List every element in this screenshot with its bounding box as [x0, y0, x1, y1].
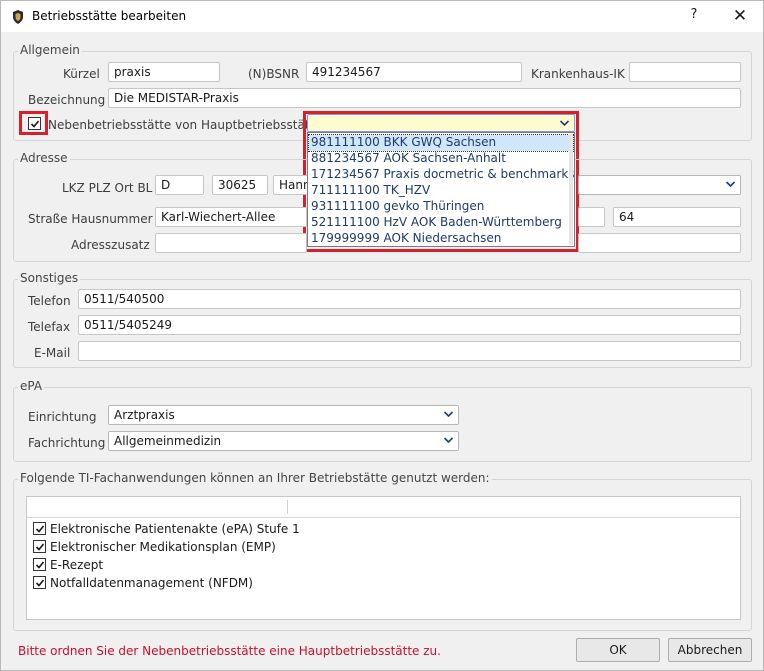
help-button[interactable]: ? — [679, 7, 709, 27]
ti-list-header — [27, 497, 740, 518]
chevron-down-icon — [559, 120, 570, 127]
email-input[interactable] — [78, 341, 741, 361]
ti-applications-list: Elektronische Patientenakte (ePA) Stufe … — [26, 496, 741, 620]
hauptbetrieb-dropdown-list: 981111100 BKK GWQ Sachsen 881234567 AOK … — [307, 132, 575, 247]
dialog-window: Betriebsstätte bearbeiten ? ✕ Allgemein … — [0, 0, 764, 671]
fachrichtung-label: Fachrichtung — [28, 436, 106, 450]
ti-item-label: Elektronischer Medikationsplan (EMP) — [50, 539, 276, 554]
window-title: Betriebsstätte bearbeiten — [32, 9, 187, 23]
bezeichnung-label: Bezeichnung — [28, 93, 106, 107]
ti-item-label: E-Rezept — [50, 557, 104, 572]
title-bar: Betriebsstätte bearbeiten ? ✕ — [1, 1, 763, 32]
fachrichtung-value: Allgemeinmedizin — [114, 434, 222, 448]
telefon-label: Telefon — [28, 294, 71, 308]
cancel-button[interactable]: Abbrechen — [668, 638, 752, 662]
bundesland-combo[interactable] — [578, 175, 741, 195]
bsnr-input[interactable]: 491234567 — [306, 62, 522, 82]
list-item[interactable]: Elektronischer Medikationsplan (EMP) — [33, 539, 276, 557]
kuerzel-label: Kürzel — [63, 67, 100, 81]
dropdown-option[interactable]: 711111100 TK_HZV — [309, 183, 573, 199]
checkmark-icon — [35, 561, 45, 569]
fachrichtung-select[interactable]: Allgemeinmedizin — [108, 431, 459, 451]
ok-button[interactable]: OK — [576, 638, 660, 662]
nebenbetrieb-checkbox[interactable] — [28, 117, 41, 130]
kuerzel-input[interactable]: praxis — [108, 62, 220, 82]
group-title-epa: ePA — [18, 379, 45, 393]
dropdown-option[interactable]: 981111100 BKK GWQ Sachsen — [308, 134, 574, 152]
list-item[interactable]: E-Rezept — [33, 557, 103, 575]
einrichtung-select[interactable]: Arztpraxis — [108, 405, 459, 425]
telefax-label: Telefax — [28, 320, 71, 334]
adresszusatz-input-left[interactable] — [155, 233, 307, 253]
column-separator[interactable] — [287, 500, 288, 514]
list-item[interactable]: Notfalldatenmanagement (NFDM) — [33, 575, 253, 593]
app-shield-icon — [13, 10, 23, 24]
strasse-hausnummer-label: Straße Hausnummer — [28, 212, 153, 226]
telefax-input[interactable]: 0511/5405249 — [78, 315, 741, 335]
validation-message: Bitte ordnen Sie der Nebenbetriebsstätte… — [18, 644, 441, 658]
checkmark-icon — [35, 525, 45, 533]
plz-input[interactable]: 30625 — [212, 175, 268, 195]
chevron-down-icon — [443, 411, 454, 418]
chevron-down-icon — [443, 437, 454, 444]
adresszusatz-label: Adresszusatz — [71, 238, 150, 252]
hausnummer-suffix-input[interactable] — [578, 207, 605, 227]
checkmark-icon — [35, 543, 45, 551]
dropdown-option[interactable]: 881234567 AOK Sachsen-Anhalt — [309, 151, 573, 167]
lkz-plz-ort-bl-label: LKZ PLZ Ort BL — [62, 181, 153, 195]
list-item[interactable]: Elektronische Patientenakte (ePA) Stufe … — [33, 521, 300, 539]
krankenhaus-ik-label: Krankenhaus-IK — [531, 67, 625, 81]
group-title-ti: Folgende TI-Fachanwendungen können an Ih… — [18, 471, 492, 485]
group-title-allgemein: Allgemein — [18, 43, 82, 57]
telefon-input[interactable]: 0511/540500 — [78, 289, 741, 309]
adresszusatz-input-right[interactable] — [578, 233, 741, 253]
ti-item-checkbox[interactable] — [33, 522, 46, 535]
close-button[interactable]: ✕ — [725, 5, 755, 27]
ort-input[interactable]: Hann — [273, 175, 309, 195]
einrichtung-value: Arztpraxis — [114, 408, 175, 422]
bezeichnung-input[interactable]: Die MEDISTAR-Praxis — [108, 88, 741, 108]
checkmark-icon — [30, 120, 40, 128]
chevron-down-icon — [725, 181, 736, 188]
dropdown-scrollbar[interactable] — [569, 134, 573, 245]
dropdown-option[interactable]: 931111100 gevko Thüringen — [309, 199, 573, 215]
einrichtung-label: Einrichtung — [28, 410, 97, 424]
email-label: E-Mail — [34, 346, 71, 360]
dropdown-option[interactable]: 171234567 Praxis docmetric & benchmarks — [309, 167, 575, 183]
dropdown-option[interactable]: 521111100 HzV AOK Baden-Württemberg — [309, 215, 573, 231]
group-title-sonstiges: Sonstiges — [18, 271, 81, 285]
nebenbetrieb-label: Nebenbetriebsstätte von Hauptbetriebsstä… — [48, 118, 322, 132]
hauptbetrieb-combo[interactable] — [307, 114, 575, 132]
group-title-adresse: Adresse — [18, 151, 70, 165]
strasse-input[interactable]: Karl-Wiechert-Allee — [155, 207, 307, 227]
dropdown-option[interactable]: 179999999 AOK Niedersachsen — [309, 231, 573, 247]
ti-item-checkbox[interactable] — [33, 540, 46, 553]
ti-item-checkbox[interactable] — [33, 576, 46, 589]
bsnr-label: (N)BSNR — [248, 67, 300, 81]
checkmark-icon — [35, 579, 45, 587]
lkz-input[interactable]: D — [155, 175, 204, 195]
ti-item-checkbox[interactable] — [33, 558, 46, 571]
hausnummer-input[interactable]: 64 — [613, 207, 741, 227]
ti-item-label: Notfalldatenmanagement (NFDM) — [50, 575, 253, 590]
krankenhaus-ik-input[interactable] — [629, 62, 741, 82]
ti-item-label: Elektronische Patientenakte (ePA) Stufe … — [50, 521, 300, 536]
